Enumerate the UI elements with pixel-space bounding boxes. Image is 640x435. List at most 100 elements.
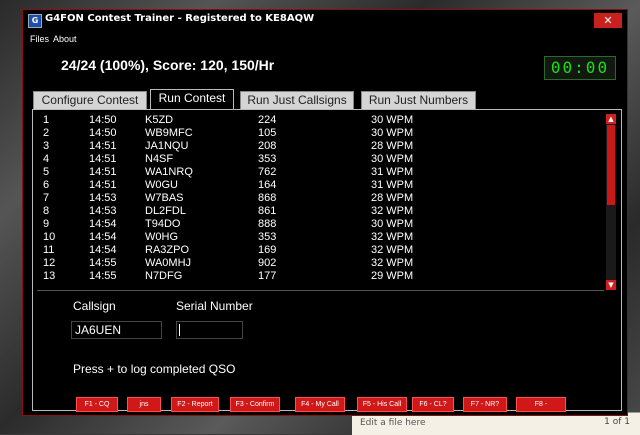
log-row[interactable]: 7 14:53 W7BAS 868 28 WPM [37,192,604,205]
qso-callsign: JA1NQU [145,140,189,152]
menu-bar: Files About [23,34,627,48]
background-document-pager: 1 of 1 [604,417,630,427]
qso-callsign: T94DO [145,218,181,230]
log-row[interactable]: 10 14:54 W0HG 353 32 WPM [37,231,604,244]
log-row[interactable]: 5 14:51 WA1NRQ 762 31 WPM [37,166,604,179]
log-row[interactable]: 13 14:55 N7DFG 177 29 WPM [37,270,604,283]
qso-number: 5 [43,166,50,178]
callsign-input[interactable]: JA6UEN [71,321,162,339]
qso-serial: 208 [258,140,277,152]
qso-number: 12 [43,257,56,269]
qso-number: 13 [43,270,56,282]
window-title: G4FON Contest Trainer - Registered to KE… [45,13,315,24]
qso-time: 14:51 [89,140,117,152]
qso-serial: 177 [258,270,277,282]
qso-time: 14:51 [89,166,117,178]
contest-trainer-window: G G4FON Contest Trainer - Registered to … [22,9,628,416]
qso-time: 14:51 [89,153,117,165]
qso-callsign: W7BAS [145,192,184,204]
qso-callsign: W0GU [145,179,178,191]
qso-speed: 30 WPM [371,114,414,126]
qso-callsign: W0HG [145,231,178,243]
qso-time: 14:50 [89,127,117,139]
f8-button[interactable]: F8 - [516,397,566,412]
qso-time: 14:54 [89,231,117,243]
tab-run-contest[interactable]: Run Contest [150,89,234,110]
qso-serial: 762 [258,166,277,178]
jns-button[interactable]: jns [127,397,161,412]
qso-serial: 861 [258,205,277,217]
qso-serial: 868 [258,192,277,204]
qso-time: 14:55 [89,257,117,269]
log-row[interactable]: 2 14:50 WB9MFC 105 30 WPM [37,127,604,140]
f3-confirm-button[interactable]: F3 - Confirm [230,397,280,412]
qso-callsign: DL2FDL [145,205,186,217]
f5-his-call-button[interactable]: F5 - His Call [357,397,407,412]
qso-speed: 30 WPM [371,218,414,230]
qso-serial: 224 [258,114,277,126]
qso-number: 8 [43,205,50,217]
qso-number: 6 [43,179,50,191]
qso-time: 14:55 [89,270,117,282]
qso-callsign: N4SF [145,153,174,165]
log-row[interactable]: 4 14:51 N4SF 353 30 WPM [37,153,604,166]
qso-callsign: K5ZD [145,114,174,126]
f4-my-call-button[interactable]: F4 - My Call [295,397,345,412]
qso-serial: 164 [258,179,277,191]
qso-number: 4 [43,153,50,165]
menu-files[interactable]: Files [30,34,49,44]
background-document-text: Edit a file here [360,418,426,428]
serial-number-label: Serial Number [176,299,253,313]
f6-cl-button[interactable]: F6 - CL? [412,397,454,412]
qso-speed: 30 WPM [371,127,414,139]
log-row[interactable]: 3 14:51 JA1NQU 208 28 WPM [37,140,604,153]
qso-callsign: N7DFG [145,270,183,282]
scroll-thumb[interactable] [607,125,615,205]
qso-speed: 32 WPM [371,231,414,243]
log-row[interactable]: 11 14:54 RA3ZPO 169 32 WPM [37,244,604,257]
qso-time: 14:54 [89,244,117,256]
qso-speed: 29 WPM [371,270,414,282]
log-row[interactable]: 6 14:51 W0GU 164 31 WPM [37,179,604,192]
qso-speed: 32 WPM [371,244,414,256]
f7-nr-button[interactable]: F7 - NR? [463,397,507,412]
scroll-up-arrow-icon[interactable]: ▲ [606,114,616,124]
qso-time: 14:50 [89,114,117,126]
qso-serial: 353 [258,231,277,243]
f1-cq-button[interactable]: F1 - CQ [76,397,118,412]
qso-serial: 353 [258,153,277,165]
log-row[interactable]: 12 14:55 WA0MHJ 902 32 WPM [37,257,604,270]
score-summary: 24/24 (100%), Score: 120, 150/Hr [61,57,275,73]
scroll-down-arrow-icon[interactable]: ▼ [606,280,616,290]
title-bar: G G4FON Contest Trainer - Registered to … [23,10,627,31]
log-hint-text: Press + to log completed QSO [73,362,236,376]
run-contest-panel: 1 14:50 K5ZD 224 30 WPM 2 14:50 WB9MFC 105 30 WPM… [32,109,622,411]
qso-speed: 32 WPM [371,257,414,269]
tab-configure-contest[interactable]: Configure Contest [33,91,147,109]
qso-log-list[interactable]: 1 14:50 K5ZD 224 30 WPM 2 14:50 WB9MFC 105 30 WPM… [37,114,604,291]
app-icon: G [28,14,42,28]
callsign-label: Callsign [73,299,116,313]
log-row[interactable]: 8 14:53 DL2FDL 861 32 WPM [37,205,604,218]
qso-speed: 28 WPM [371,192,414,204]
tab-run-just-callsigns[interactable]: Run Just Callsigns [240,91,354,109]
qso-time: 14:51 [89,179,117,191]
log-scrollbar[interactable]: ▲ ▼ [606,114,616,290]
qso-speed: 31 WPM [371,179,414,191]
close-button[interactable]: ✕ [594,13,622,28]
log-row[interactable]: 9 14:54 T94DO 888 30 WPM [37,218,604,231]
qso-callsign: WA0MHJ [145,257,192,269]
qso-number: 3 [43,140,50,152]
menu-about[interactable]: About [53,34,77,44]
qso-callsign: RA3ZPO [145,244,190,256]
tab-run-just-numbers[interactable]: Run Just Numbers [361,91,476,109]
qso-time: 14:53 [89,205,117,217]
qso-speed: 30 WPM [371,153,414,165]
log-row[interactable]: 1 14:50 K5ZD 224 30 WPM [37,114,604,127]
serial-number-input[interactable] [176,321,243,339]
f2-report-button[interactable]: F2 - Report [171,397,219,412]
qso-time: 14:53 [89,192,117,204]
qso-number: 1 [43,114,50,126]
qso-callsign: WB9MFC [145,127,193,139]
qso-number: 2 [43,127,50,139]
